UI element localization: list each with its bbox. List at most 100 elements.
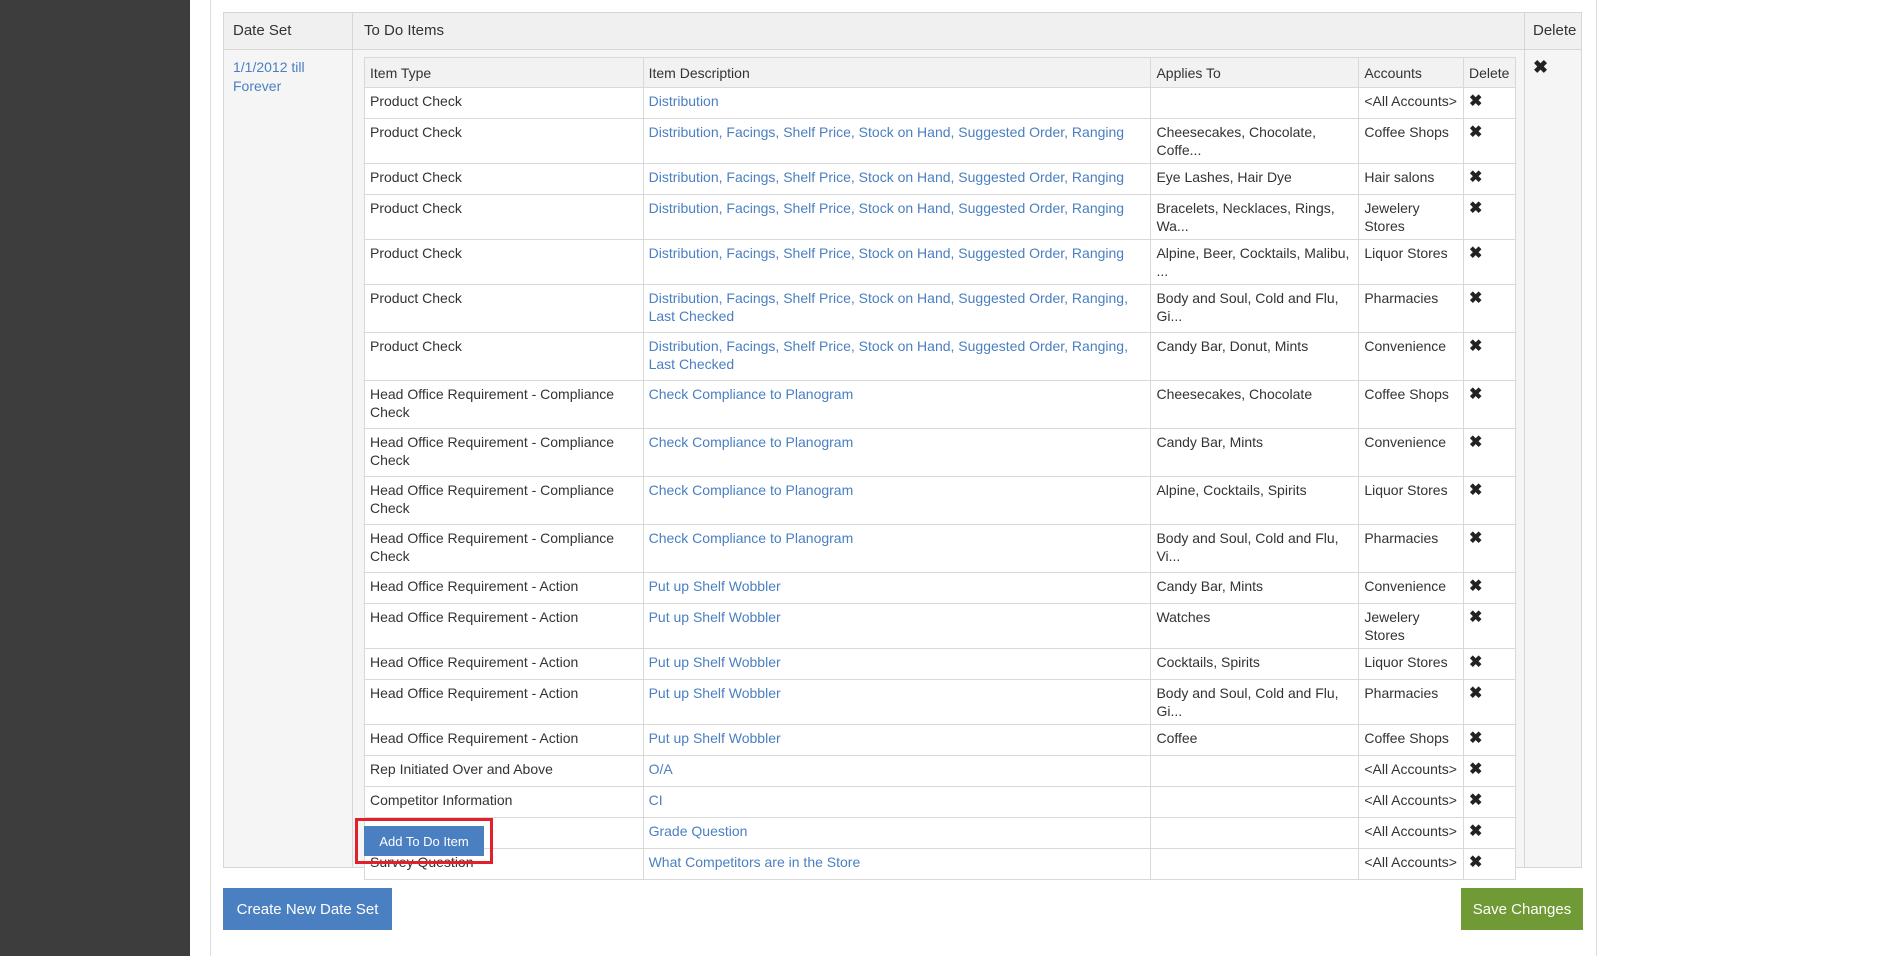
item-description-link[interactable]: Put up Shelf Wobbler [642, 572, 1152, 604]
left-sidebar [0, 0, 190, 956]
close-icon[interactable]: ✖ [1469, 792, 1482, 809]
item-description-link[interactable]: O/A [642, 755, 1152, 787]
item-description-link[interactable]: Distribution, Facings, Shelf Price, Stoc… [642, 332, 1152, 381]
applies-to-cell: Body and Soul, Cold and Flu, Vi... [1150, 524, 1360, 573]
table-row: Head Office Requirement - Action Put up S… [364, 603, 1517, 649]
table-row: Rep Initiated Over and Above O/A <All Acco… [364, 755, 1517, 787]
close-icon[interactable]: ✖ [1469, 169, 1482, 186]
applies-to-cell [1150, 87, 1360, 119]
accounts-cell: Pharmacies [1358, 524, 1464, 573]
item-description-link[interactable]: Distribution, Facings, Shelf Price, Stoc… [642, 284, 1152, 333]
item-description-link[interactable]: Put up Shelf Wobbler [642, 648, 1152, 680]
item-description-link[interactable]: Check Compliance to Planogram [642, 524, 1152, 573]
item-type-cell: Product Check [364, 284, 644, 333]
header-delete: Delete [1462, 57, 1517, 88]
table-row: Product Check Distribution, Facings, Shel… [364, 239, 1517, 285]
delete-cell: ✖ [1462, 163, 1517, 195]
accounts-cell: Pharmacies [1358, 679, 1464, 725]
item-description-link[interactable]: Grade Question [642, 817, 1152, 849]
table-row: Product Check Distribution, Facings, Shel… [364, 194, 1517, 240]
item-description-link[interactable]: CI [642, 786, 1152, 818]
applies-to-cell: Candy Bar, Donut, Mints [1150, 332, 1360, 381]
delete-cell: ✖ [1462, 572, 1517, 604]
table-row: Survey Question What Competitors are in t… [364, 848, 1517, 880]
close-icon[interactable]: ✖ [1469, 854, 1482, 871]
close-icon[interactable]: ✖ [1469, 434, 1482, 451]
close-icon[interactable]: ✖ [1469, 200, 1482, 217]
applies-to-cell [1150, 848, 1360, 880]
accounts-cell: Liquor Stores [1358, 239, 1464, 285]
accounts-cell: Jewelery Stores [1358, 194, 1464, 240]
item-description-link[interactable]: Distribution, Facings, Shelf Price, Stoc… [642, 239, 1152, 285]
close-icon[interactable]: ✖ [1469, 386, 1482, 403]
delete-cell: ✖ [1462, 428, 1517, 477]
close-icon[interactable]: ✖ [1469, 823, 1482, 840]
close-icon[interactable]: ✖ [1469, 290, 1482, 307]
applies-to-cell [1150, 817, 1360, 849]
item-type-cell: Product Check [364, 87, 644, 119]
table-row: Head Office Requirement - Compliance Che… [364, 380, 1517, 429]
close-icon[interactable]: ✖ [1469, 654, 1482, 671]
item-description-link[interactable]: Check Compliance to Planogram [642, 380, 1152, 429]
item-description-link[interactable]: Distribution, Facings, Shelf Price, Stoc… [642, 163, 1152, 195]
table-row: Head Office Requirement - Compliance Che… [364, 524, 1517, 573]
item-description-link[interactable]: Put up Shelf Wobbler [642, 679, 1152, 725]
accounts-cell: Pharmacies [1358, 284, 1464, 333]
delete-cell: ✖ [1462, 476, 1517, 525]
accounts-cell: <All Accounts> [1358, 755, 1464, 787]
item-description-link[interactable]: What Competitors are in the Store [642, 848, 1152, 880]
delete-cell: ✖ [1462, 724, 1517, 756]
close-icon[interactable]: ✖ [1469, 685, 1482, 702]
applies-to-cell: Cheesecakes, Chocolate, Coffe... [1150, 118, 1360, 164]
close-icon[interactable]: ✖ [1469, 530, 1482, 547]
save-changes-button[interactable]: Save Changes [1461, 888, 1583, 930]
add-item-highlight: Add To Do Item [355, 818, 493, 864]
accounts-cell: <All Accounts> [1358, 786, 1464, 818]
item-description-link[interactable]: Check Compliance to Planogram [642, 476, 1152, 525]
item-type-cell: Product Check [364, 194, 644, 240]
close-icon[interactable]: ✖ [1469, 578, 1482, 595]
date-set-link[interactable]: 1/1/2012 till Forever [233, 58, 318, 96]
applies-to-cell: Cheesecakes, Chocolate [1150, 380, 1360, 429]
header-item-type: Item Type [364, 57, 644, 88]
item-description-link[interactable]: Put up Shelf Wobbler [642, 724, 1152, 756]
close-icon[interactable]: ✖ [1469, 338, 1482, 355]
item-description-link[interactable]: Distribution [642, 87, 1152, 119]
delete-cell: ✖ [1462, 118, 1517, 164]
panel-border-left [210, 0, 211, 956]
accounts-cell: Coffee Shops [1358, 118, 1464, 164]
close-icon[interactable]: ✖ [1469, 609, 1482, 626]
delete-cell: ✖ [1462, 332, 1517, 381]
close-icon[interactable]: ✖ [1469, 124, 1482, 141]
header-accounts: Accounts [1358, 57, 1464, 88]
item-description-link[interactable]: Distribution, Facings, Shelf Price, Stoc… [642, 118, 1152, 164]
item-description-link[interactable]: Put up Shelf Wobbler [642, 603, 1152, 649]
item-type-cell: Product Check [364, 332, 644, 381]
table-row: Product Check Distribution <All Accounts> ✖ [364, 87, 1517, 119]
close-icon[interactable]: ✖ [1469, 245, 1482, 262]
close-icon[interactable]: ✖ [1533, 57, 1548, 78]
item-description-link[interactable]: Check Compliance to Planogram [642, 428, 1152, 477]
close-icon[interactable]: ✖ [1469, 730, 1482, 747]
item-description-link[interactable]: Distribution, Facings, Shelf Price, Stoc… [642, 194, 1152, 240]
applies-to-cell: Eye Lashes, Hair Dye [1150, 163, 1360, 195]
item-type-cell: Head Office Requirement - Compliance Che… [364, 428, 644, 477]
close-icon[interactable]: ✖ [1469, 761, 1482, 778]
table-row: Product Check Distribution, Facings, Shel… [364, 163, 1517, 195]
applies-to-cell: Cocktails, Spirits [1150, 648, 1360, 680]
delete-cell: ✖ [1462, 524, 1517, 573]
table-row: Head Office Requirement - Action Put up S… [364, 724, 1517, 756]
close-icon[interactable]: ✖ [1469, 93, 1482, 110]
item-type-cell: Head Office Requirement - Action [364, 679, 644, 725]
create-new-date-set-button[interactable]: Create New Date Set [223, 888, 392, 930]
table-row: Head Office Requirement - Compliance Che… [364, 476, 1517, 525]
accounts-cell: Liquor Stores [1358, 476, 1464, 525]
applies-to-cell: Alpine, Beer, Cocktails, Malibu, ... [1150, 239, 1360, 285]
item-type-cell: Product Check [364, 118, 644, 164]
add-to-do-item-button[interactable]: Add To Do Item [364, 826, 484, 856]
close-icon[interactable]: ✖ [1469, 482, 1482, 499]
panel-border-right [1596, 0, 1597, 956]
header-date-set: Date Set [233, 22, 292, 39]
delete-cell: ✖ [1462, 239, 1517, 285]
applies-to-cell: Bracelets, Necklaces, Rings, Wa... [1150, 194, 1360, 240]
